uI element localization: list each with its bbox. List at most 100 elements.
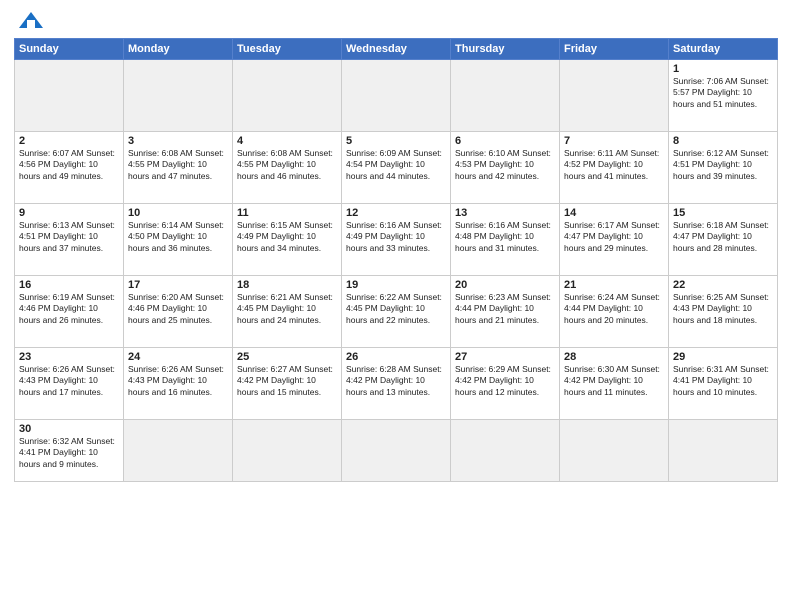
day-info: Sunrise: 6:22 AM Sunset: 4:45 PM Dayligh… (346, 292, 446, 326)
day-info: Sunrise: 6:20 AM Sunset: 4:46 PM Dayligh… (128, 292, 228, 326)
day-info: Sunrise: 6:11 AM Sunset: 4:52 PM Dayligh… (564, 148, 664, 182)
day-info: Sunrise: 6:19 AM Sunset: 4:46 PM Dayligh… (19, 292, 119, 326)
calendar-table: SundayMondayTuesdayWednesdayThursdayFrid… (14, 38, 778, 482)
calendar-cell: 16Sunrise: 6:19 AM Sunset: 4:46 PM Dayli… (15, 276, 124, 348)
logo-icon (17, 10, 45, 32)
calendar-cell: 1Sunrise: 7:06 AM Sunset: 5:57 PM Daylig… (669, 60, 778, 132)
day-number: 13 (455, 207, 555, 219)
day-info: Sunrise: 6:26 AM Sunset: 4:43 PM Dayligh… (19, 364, 119, 398)
day-info: Sunrise: 6:32 AM Sunset: 4:41 PM Dayligh… (19, 436, 119, 470)
day-info: Sunrise: 6:18 AM Sunset: 4:47 PM Dayligh… (673, 220, 773, 254)
day-info: Sunrise: 6:16 AM Sunset: 4:49 PM Dayligh… (346, 220, 446, 254)
calendar-cell (15, 60, 124, 132)
day-info: Sunrise: 6:24 AM Sunset: 4:44 PM Dayligh… (564, 292, 664, 326)
day-number: 2 (19, 135, 119, 147)
weekday-header-monday: Monday (124, 39, 233, 60)
calendar-cell (669, 420, 778, 482)
day-number: 20 (455, 279, 555, 291)
weekday-header-friday: Friday (560, 39, 669, 60)
calendar-cell: 4Sunrise: 6:08 AM Sunset: 4:55 PM Daylig… (233, 132, 342, 204)
logo-area (14, 10, 45, 32)
day-info: Sunrise: 6:14 AM Sunset: 4:50 PM Dayligh… (128, 220, 228, 254)
day-number: 22 (673, 279, 773, 291)
weekday-header-row: SundayMondayTuesdayWednesdayThursdayFrid… (15, 39, 778, 60)
calendar-cell (233, 420, 342, 482)
day-number: 30 (19, 423, 119, 435)
calendar-cell: 13Sunrise: 6:16 AM Sunset: 4:48 PM Dayli… (451, 204, 560, 276)
day-info: Sunrise: 6:17 AM Sunset: 4:47 PM Dayligh… (564, 220, 664, 254)
calendar-cell: 20Sunrise: 6:23 AM Sunset: 4:44 PM Dayli… (451, 276, 560, 348)
day-number: 14 (564, 207, 664, 219)
day-info: Sunrise: 6:08 AM Sunset: 4:55 PM Dayligh… (237, 148, 337, 182)
week-row-2: 2Sunrise: 6:07 AM Sunset: 4:56 PM Daylig… (15, 132, 778, 204)
calendar-cell: 23Sunrise: 6:26 AM Sunset: 4:43 PM Dayli… (15, 348, 124, 420)
calendar-cell (342, 420, 451, 482)
calendar-cell: 15Sunrise: 6:18 AM Sunset: 4:47 PM Dayli… (669, 204, 778, 276)
day-number: 11 (237, 207, 337, 219)
day-info: Sunrise: 6:13 AM Sunset: 4:51 PM Dayligh… (19, 220, 119, 254)
calendar-cell: 27Sunrise: 6:29 AM Sunset: 4:42 PM Dayli… (451, 348, 560, 420)
calendar-cell: 2Sunrise: 6:07 AM Sunset: 4:56 PM Daylig… (15, 132, 124, 204)
day-number: 10 (128, 207, 228, 219)
day-number: 27 (455, 351, 555, 363)
header (14, 10, 778, 32)
day-number: 15 (673, 207, 773, 219)
day-number: 28 (564, 351, 664, 363)
day-info: Sunrise: 6:23 AM Sunset: 4:44 PM Dayligh… (455, 292, 555, 326)
day-info: Sunrise: 6:27 AM Sunset: 4:42 PM Dayligh… (237, 364, 337, 398)
calendar-cell (233, 60, 342, 132)
calendar-cell: 25Sunrise: 6:27 AM Sunset: 4:42 PM Dayli… (233, 348, 342, 420)
day-number: 12 (346, 207, 446, 219)
day-number: 4 (237, 135, 337, 147)
day-number: 5 (346, 135, 446, 147)
day-number: 25 (237, 351, 337, 363)
day-info: Sunrise: 6:28 AM Sunset: 4:42 PM Dayligh… (346, 364, 446, 398)
calendar-cell: 21Sunrise: 6:24 AM Sunset: 4:44 PM Dayli… (560, 276, 669, 348)
day-info: Sunrise: 6:29 AM Sunset: 4:42 PM Dayligh… (455, 364, 555, 398)
calendar-cell: 9Sunrise: 6:13 AM Sunset: 4:51 PM Daylig… (15, 204, 124, 276)
week-row-1: 1Sunrise: 7:06 AM Sunset: 5:57 PM Daylig… (15, 60, 778, 132)
calendar-cell: 10Sunrise: 6:14 AM Sunset: 4:50 PM Dayli… (124, 204, 233, 276)
calendar-cell: 22Sunrise: 6:25 AM Sunset: 4:43 PM Dayli… (669, 276, 778, 348)
day-info: Sunrise: 6:10 AM Sunset: 4:53 PM Dayligh… (455, 148, 555, 182)
calendar-cell: 14Sunrise: 6:17 AM Sunset: 4:47 PM Dayli… (560, 204, 669, 276)
day-number: 18 (237, 279, 337, 291)
day-info: Sunrise: 6:09 AM Sunset: 4:54 PM Dayligh… (346, 148, 446, 182)
weekday-header-saturday: Saturday (669, 39, 778, 60)
calendar-cell: 24Sunrise: 6:26 AM Sunset: 4:43 PM Dayli… (124, 348, 233, 420)
day-info: Sunrise: 6:25 AM Sunset: 4:43 PM Dayligh… (673, 292, 773, 326)
day-info: Sunrise: 7:06 AM Sunset: 5:57 PM Dayligh… (673, 76, 773, 110)
calendar-cell: 7Sunrise: 6:11 AM Sunset: 4:52 PM Daylig… (560, 132, 669, 204)
logo (14, 10, 45, 32)
day-number: 3 (128, 135, 228, 147)
calendar-cell: 3Sunrise: 6:08 AM Sunset: 4:55 PM Daylig… (124, 132, 233, 204)
day-number: 1 (673, 63, 773, 75)
calendar-cell (124, 420, 233, 482)
week-row-3: 9Sunrise: 6:13 AM Sunset: 4:51 PM Daylig… (15, 204, 778, 276)
day-info: Sunrise: 6:30 AM Sunset: 4:42 PM Dayligh… (564, 364, 664, 398)
day-number: 29 (673, 351, 773, 363)
calendar-cell: 29Sunrise: 6:31 AM Sunset: 4:41 PM Dayli… (669, 348, 778, 420)
day-number: 23 (19, 351, 119, 363)
week-row-6: 30Sunrise: 6:32 AM Sunset: 4:41 PM Dayli… (15, 420, 778, 482)
weekday-header-sunday: Sunday (15, 39, 124, 60)
calendar-cell: 19Sunrise: 6:22 AM Sunset: 4:45 PM Dayli… (342, 276, 451, 348)
weekday-header-thursday: Thursday (451, 39, 560, 60)
calendar-cell: 18Sunrise: 6:21 AM Sunset: 4:45 PM Dayli… (233, 276, 342, 348)
day-number: 24 (128, 351, 228, 363)
calendar-cell: 17Sunrise: 6:20 AM Sunset: 4:46 PM Dayli… (124, 276, 233, 348)
calendar-cell (560, 420, 669, 482)
calendar-cell (451, 420, 560, 482)
calendar-cell: 8Sunrise: 6:12 AM Sunset: 4:51 PM Daylig… (669, 132, 778, 204)
day-number: 9 (19, 207, 119, 219)
day-number: 8 (673, 135, 773, 147)
week-row-5: 23Sunrise: 6:26 AM Sunset: 4:43 PM Dayli… (15, 348, 778, 420)
day-info: Sunrise: 6:16 AM Sunset: 4:48 PM Dayligh… (455, 220, 555, 254)
day-number: 16 (19, 279, 119, 291)
weekday-header-wednesday: Wednesday (342, 39, 451, 60)
week-row-4: 16Sunrise: 6:19 AM Sunset: 4:46 PM Dayli… (15, 276, 778, 348)
calendar-cell (124, 60, 233, 132)
calendar-cell (342, 60, 451, 132)
calendar-cell (451, 60, 560, 132)
day-number: 19 (346, 279, 446, 291)
